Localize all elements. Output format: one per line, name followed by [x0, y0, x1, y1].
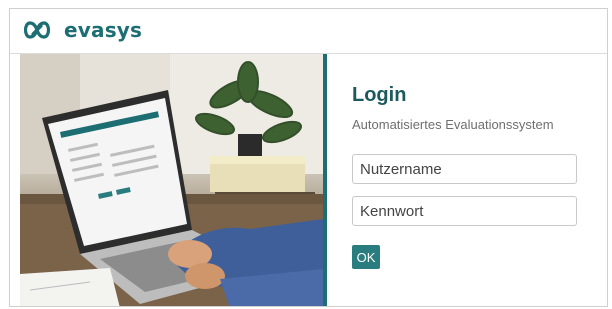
login-subtitle: Automatisiertes Evaluationssystem — [352, 117, 554, 132]
hero-image — [20, 54, 323, 306]
accent-divider — [323, 54, 327, 306]
evasys-logo-icon — [23, 21, 51, 39]
brand-name: evasys — [64, 18, 143, 42]
login-title: Login — [352, 84, 407, 106]
username-input[interactable] — [352, 154, 577, 184]
header-bar: evasys — [10, 9, 607, 54]
password-input[interactable] — [352, 196, 577, 226]
ok-button[interactable]: OK — [352, 245, 380, 269]
